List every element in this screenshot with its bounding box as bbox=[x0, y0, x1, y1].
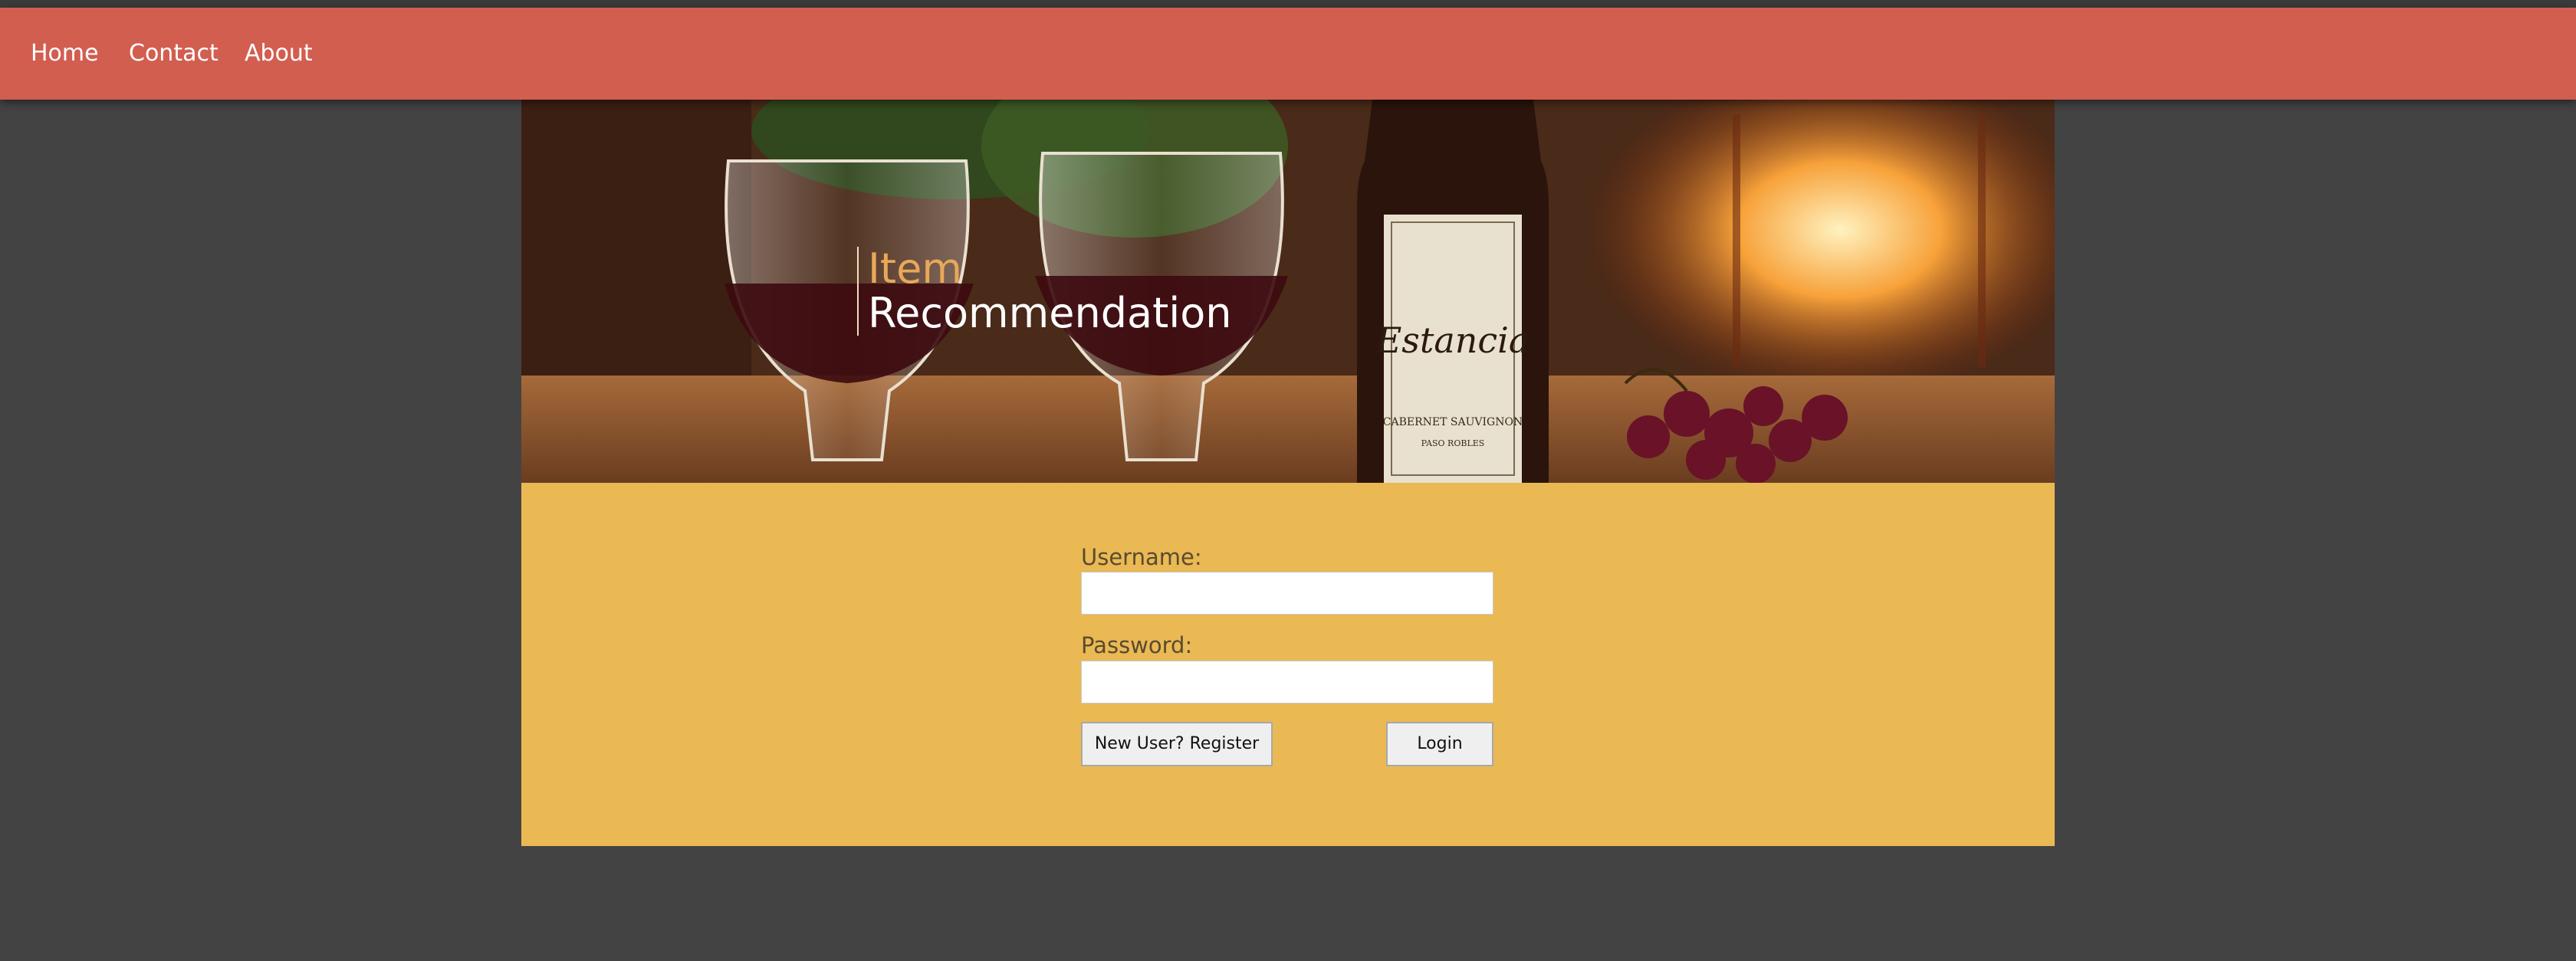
banner-title: Item Recommendation bbox=[857, 247, 1232, 336]
nav-contact-link[interactable]: Contact bbox=[129, 8, 219, 100]
wine-scene-image: Estancia CABERNET SAUVIGNON PASO ROBLES bbox=[521, 100, 2055, 483]
banner-title-line2: Recommendation bbox=[868, 289, 1232, 337]
banner-title-line1: Item bbox=[868, 244, 962, 293]
bottle-sublabel-text: CABERNET SAUVIGNON bbox=[1383, 416, 1523, 428]
hero-banner: Estancia CABERNET SAUVIGNON PASO ROBLES … bbox=[521, 100, 2055, 483]
navbar: Home Contact About bbox=[0, 8, 2576, 100]
register-button[interactable]: New User? Register bbox=[1081, 722, 1273, 766]
login-panel: Username: Password: New User? Register L… bbox=[521, 483, 2055, 846]
nav-about-link[interactable]: About bbox=[245, 8, 313, 100]
username-label: Username: bbox=[1081, 544, 1202, 570]
login-button[interactable]: Login bbox=[1386, 722, 1493, 766]
nav-home-link[interactable]: Home bbox=[31, 8, 99, 100]
password-input[interactable] bbox=[1081, 661, 1493, 704]
bottle-sublabel2-text: PASO ROBLES bbox=[1421, 438, 1485, 448]
password-label: Password: bbox=[1081, 632, 1193, 658]
bottle-label-text: Estancia bbox=[1375, 320, 1530, 361]
username-input[interactable] bbox=[1081, 572, 1493, 615]
top-strip bbox=[0, 0, 2576, 8]
